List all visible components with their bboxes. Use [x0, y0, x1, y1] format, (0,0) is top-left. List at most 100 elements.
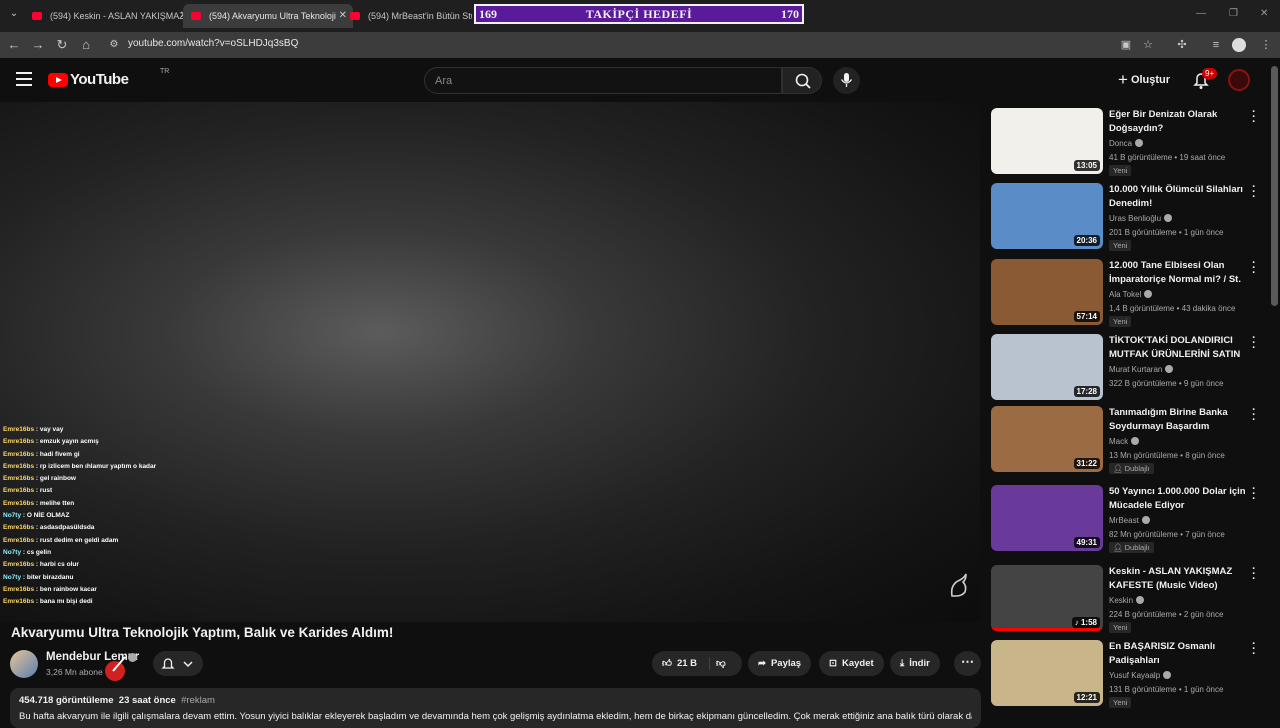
recommended-title[interactable]: Tanımadığım Birine Banka Soydurmayı Başa…: [1109, 406, 1247, 434]
duration-text: 1:58: [1080, 618, 1097, 627]
browser-tab-1[interactable]: (594) Keskin - ASLAN YAKIŞMAZ ✕: [24, 4, 194, 28]
recommended-title[interactable]: En BAŞARISIZ Osmanlı Padişahları: [1109, 640, 1247, 668]
recommended-meta: 224 B görüntüleme • 2 gün önce: [1109, 610, 1224, 619]
recommended-channel[interactable]: Donca: [1109, 139, 1144, 148]
voice-search-button[interactable]: [833, 67, 860, 94]
video-thumbnail[interactable]: 49:31: [991, 485, 1103, 551]
dub-icon: 👤︎: [1113, 464, 1125, 473]
browser-menu-icon[interactable]: ⋮: [1258, 37, 1274, 53]
like-button[interactable]: 👍︎ 21 B: [662, 658, 697, 669]
video-thumbnail[interactable]: 57:14: [991, 259, 1103, 325]
chat-text: asdasdpasüldsda: [39, 524, 95, 532]
recommended-channel[interactable]: Yusuf Kayaalp: [1109, 671, 1172, 680]
more-options-icon[interactable]: · · ·: [1249, 484, 1259, 505]
recommended-channel[interactable]: Murat Kurtaran: [1109, 365, 1174, 374]
more-actions-button[interactable]: ⋯: [954, 651, 981, 676]
video-thumbnail[interactable]: 13:05: [991, 108, 1103, 174]
page-scrollbar[interactable]: [1271, 66, 1278, 306]
search-button[interactable]: [782, 67, 822, 94]
hamburger-menu-icon[interactable]: [16, 72, 32, 86]
channel-avatar[interactable]: [10, 650, 38, 678]
video-player[interactable]: Emre16bs : vay vay Emre16bs : emzuk yayın…: [0, 102, 980, 622]
restore-icon[interactable]: ❐: [1229, 8, 1238, 19]
recommended-video[interactable]: 20:36 10.000 Yıllık Ölümcül Silahları Den…: [991, 182, 1261, 253]
recommended-title[interactable]: 12.000 Tane Elbisesi Olan İmparatoriçe N…: [1109, 259, 1247, 287]
duration-text: 57:14: [1076, 312, 1097, 321]
more-options-icon[interactable]: · · ·: [1249, 333, 1259, 354]
profile-icon[interactable]: [1232, 38, 1246, 52]
chat-text: melihe tten: [39, 499, 75, 507]
account-avatar[interactable]: [1228, 69, 1250, 91]
view-count: 454.718 görüntüleme: [19, 695, 114, 706]
recommended-title[interactable]: 50 Yayıncı 1.000.000 Dolar için Mücadele…: [1109, 485, 1247, 513]
home-icon[interactable]: ⌂: [78, 37, 94, 53]
chat-text: O NİE OLMAZ: [26, 512, 70, 520]
upload-age: 23 saat önce: [118, 695, 176, 706]
recommended-video[interactable]: 49:31 50 Yayıncı 1.000.000 Dolar için Müc…: [991, 484, 1261, 555]
extensions-icon[interactable]: ✣: [1174, 37, 1190, 53]
channel-watermark-icon[interactable]: [946, 570, 970, 600]
close-window-icon[interactable]: ✕: [1260, 8, 1268, 19]
video-title: Akvaryumu Ultra Teknolojik Yaptım, Balık…: [11, 625, 394, 640]
more-options-icon[interactable]: · · ·: [1249, 107, 1259, 128]
more-options-icon[interactable]: · · ·: [1249, 639, 1259, 660]
recommended-video[interactable]: 13:05 Eğer Bir Denizatı Olarak Doğsaydın?…: [991, 107, 1261, 178]
bookmark-star-icon[interactable]: ☆: [1140, 37, 1156, 53]
recommended-channel[interactable]: Uras Benlioğlu: [1109, 214, 1173, 223]
install-app-icon[interactable]: ▣: [1118, 37, 1134, 53]
more-options-icon[interactable]: · · ·: [1249, 564, 1259, 585]
chat-username: No7ty: [3, 512, 22, 520]
recommended-title[interactable]: 10.000 Yıllık Ölümcül Silahları Denedim!: [1109, 183, 1247, 211]
tab-search-button[interactable]: ⌄: [6, 6, 22, 22]
search-input[interactable]: Ara: [424, 67, 782, 94]
youtube-favicon-icon: [350, 12, 360, 20]
chat-username: Emre16bs: [3, 524, 35, 532]
forward-icon[interactable]: →: [30, 37, 46, 53]
recommended-channel[interactable]: MrBeast: [1109, 516, 1150, 525]
download-button[interactable]: ⤓ İndir: [890, 651, 940, 676]
recommended-title[interactable]: Eğer Bir Denizatı Olarak Doğsaydın?: [1109, 108, 1247, 136]
browser-tab-2[interactable]: (594) Akvaryumu Ultra Teknoloji ✕: [183, 4, 353, 28]
chat-message: Emre16bs : ben rainbow kacar: [3, 584, 263, 596]
more-options-icon[interactable]: · · ·: [1249, 258, 1259, 279]
microphone-icon: [840, 73, 853, 87]
video-thumbnail[interactable]: 31:22: [991, 406, 1103, 472]
duration-badge: 49:31: [1073, 537, 1100, 548]
badge-text: Dublajlı: [1124, 464, 1150, 473]
chat-username: Emre16bs: [3, 561, 35, 569]
video-thumbnail[interactable]: 12:21: [991, 640, 1103, 706]
chat-username: Emre16bs: [3, 487, 35, 495]
subscribe-bell-button[interactable]: [153, 651, 203, 676]
browser-tab-3[interactable]: (594) MrBeast'in Bütün Stüdyo: [342, 4, 472, 28]
recommended-channel[interactable]: Ala Tokel: [1109, 290, 1153, 299]
duration-badge: 20:36: [1073, 235, 1100, 246]
recommended-channel[interactable]: Mack: [1109, 437, 1140, 446]
video-thumbnail[interactable]: 20:36: [991, 183, 1103, 249]
description-box[interactable]: 454.718 görüntüleme 23 saat önce #reklam…: [10, 688, 981, 728]
reading-list-icon[interactable]: ≡: [1208, 37, 1224, 53]
more-options-icon[interactable]: · · ·: [1249, 182, 1259, 203]
dislike-button[interactable]: 👎︎: [716, 651, 726, 676]
recommended-channel[interactable]: Keskin: [1109, 596, 1145, 605]
recommended-video[interactable]: 31:22 Tanımadığım Birine Banka Soydurmayı…: [991, 405, 1261, 476]
recommended-video[interactable]: 57:14 12.000 Tane Elbisesi Olan İmparator…: [991, 258, 1261, 329]
hashtag-link[interactable]: #reklam: [181, 695, 215, 706]
video-thumbnail[interactable]: ♪ 1:58: [991, 565, 1103, 631]
recommended-video[interactable]: 17:28 TİKTOK'TAKİ DOLANDIRICI MUTFAK ÜRÜN…: [991, 333, 1261, 404]
recommended-video[interactable]: 12:21 En BAŞARISIZ Osmanlı Padişahları Yus…: [991, 639, 1261, 710]
share-button[interactable]: ➦ Paylaş: [748, 651, 812, 676]
duration-badge: 17:28: [1073, 386, 1100, 397]
minimize-icon[interactable]: —: [1196, 8, 1206, 19]
back-icon[interactable]: ←: [6, 37, 22, 53]
video-thumbnail[interactable]: 17:28: [991, 334, 1103, 400]
recommended-title[interactable]: Keskin - ASLAN YAKIŞMAZ KAFESTE (Music V…: [1109, 565, 1247, 593]
recommended-video[interactable]: ♪ 1:58 Keskin - ASLAN YAKIŞMAZ KAFESTE (M…: [991, 564, 1261, 635]
create-button[interactable]: + Oluştur: [1118, 70, 1170, 90]
site-info-icon[interactable]: ⚙: [106, 37, 122, 53]
more-options-icon[interactable]: · · ·: [1249, 405, 1259, 426]
recommended-meta: 201 B görüntüleme • 1 gün önce: [1109, 228, 1224, 237]
save-button[interactable]: ⊡ Kaydet: [819, 651, 884, 676]
recommended-title[interactable]: TİKTOK'TAKİ DOLANDIRICI MUTFAK ÜRÜNLERİN…: [1109, 334, 1247, 362]
reload-icon[interactable]: ↻: [54, 37, 70, 53]
url-field[interactable]: youtube.com/watch?v=oSLHDJq3sBQ: [128, 38, 298, 49]
